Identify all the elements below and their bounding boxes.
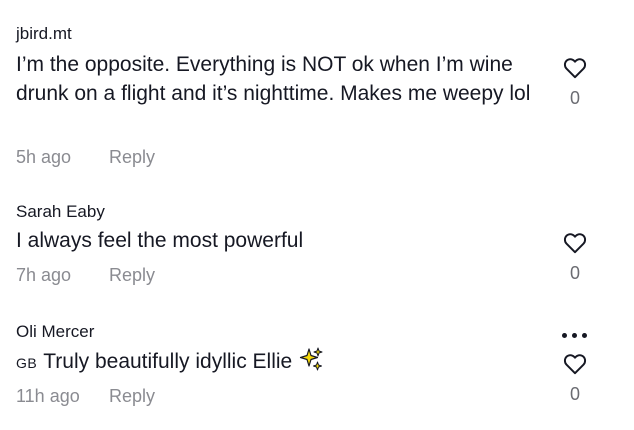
comment-text: I always feel the most powerful [16,229,304,252]
comment-text: I’m the opposite. Everything is NOT ok w… [16,53,531,105]
heart-icon [563,354,587,375]
comment-username[interactable]: Sarah Eaby [16,202,105,222]
comment-meta: 5h ago Reply [16,147,155,168]
more-dot [562,333,567,338]
more-options-button[interactable] [560,331,590,341]
sparkles-icon [298,346,324,380]
comment-item: jbird.mt I’m the opposite. Everything is… [0,0,634,180]
comment-username[interactable]: jbird.mt [16,24,72,44]
like-button[interactable] [562,230,588,256]
comment-item: Oli Mercer GB Truly beautifully idyllic E… [0,310,634,425]
comment-text-row: GB Truly beautifully idyllic Ellie [16,346,541,380]
more-dot [582,333,587,338]
like-button[interactable] [562,351,588,377]
comment-text: Truly beautifully idyllic Ellie [43,350,293,373]
reply-button[interactable]: Reply [109,147,155,168]
comment-username[interactable]: Oli Mercer [16,322,94,342]
like-button[interactable] [562,55,588,81]
more-dot [572,333,577,338]
heart-icon [563,58,587,79]
region-badge: GB [16,355,38,371]
comment-meta: 11h ago Reply [16,386,155,407]
comment-timestamp: 11h ago [16,386,80,406]
like-count: 0 [569,263,580,283]
reply-button[interactable]: Reply [109,265,155,286]
comment-meta: 7h ago Reply [16,265,155,286]
reply-button[interactable]: Reply [109,386,155,407]
like-count: 0 [569,88,580,108]
heart-icon [563,233,587,254]
comment-timestamp: 7h ago [16,265,72,285]
comment-timestamp: 5h ago [16,147,72,167]
comment-item: Sarah Eaby I always feel the most powerf… [0,190,634,300]
like-count: 0 [569,384,580,404]
